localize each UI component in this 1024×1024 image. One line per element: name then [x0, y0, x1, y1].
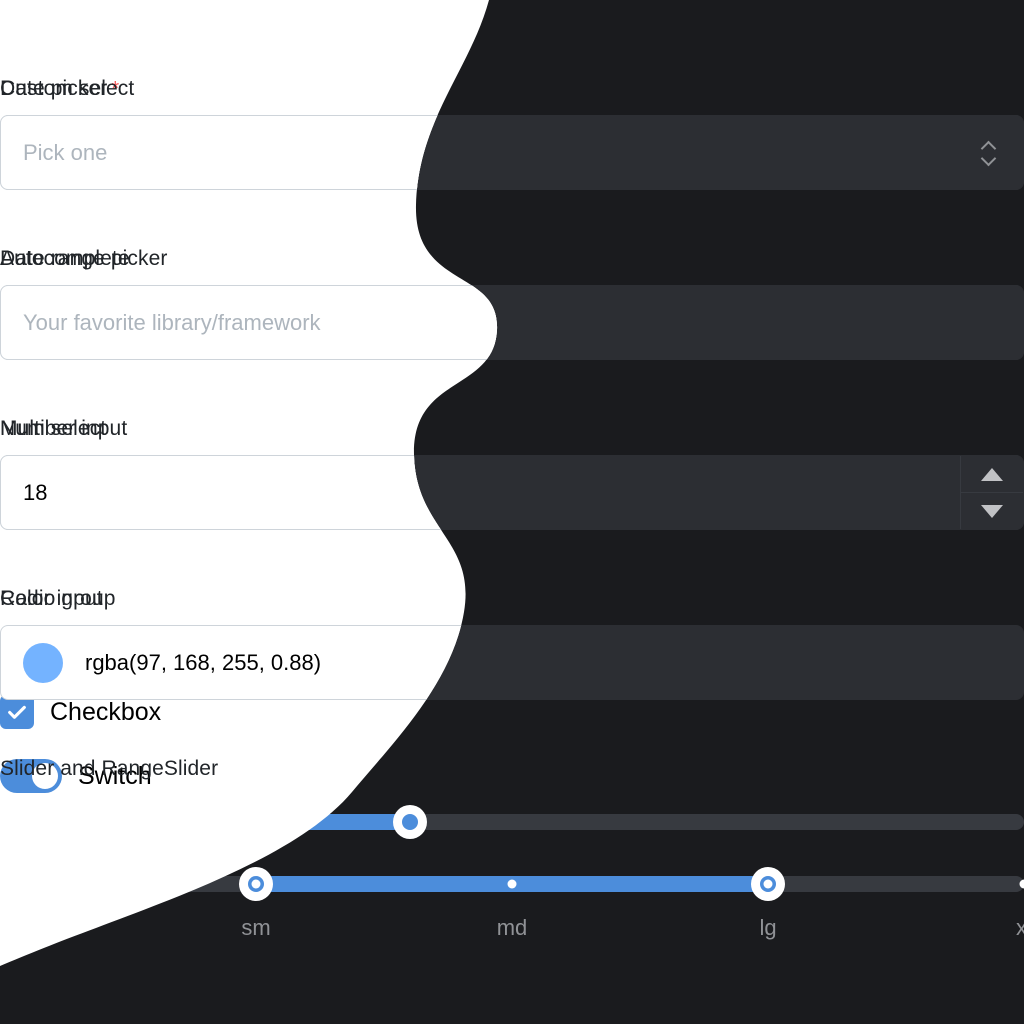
theme-split-showcase: Date picker* September 30, 2021 × Date r…: [0, 0, 1024, 1024]
range-slider-mark: [1019, 879, 1024, 889]
checkbox-label: Checkbox: [50, 697, 162, 726]
range-slider-mark-label: xl: [1016, 915, 1024, 940]
custom-select-placeholder: Pick one: [23, 139, 108, 165]
number-stepper: [960, 456, 1023, 529]
triangle-down-icon[interactable]: [961, 492, 1023, 529]
check-icon: [0, 695, 34, 729]
range-slider-mark: [507, 879, 517, 889]
range-slider-mark: [763, 879, 773, 889]
color-swatch[interactable]: [23, 643, 63, 683]
autocomplete-placeholder: Your favorite library/framework: [23, 309, 321, 335]
chevron-updown-icon[interactable]: [977, 138, 1001, 168]
range-slider-mark-label: lg: [759, 915, 777, 940]
color-input-value: rgba(97, 168, 255, 0.88): [85, 649, 322, 675]
slider-thumb[interactable]: [392, 805, 427, 839]
number-input-value: 18: [23, 479, 48, 505]
range-slider-mark-labels: xssmmdlgxl: [0, 915, 1024, 943]
range-slider-mark-label: sm: [241, 915, 271, 940]
right-column-dark: Custom select Pick one Autocomplete Your…: [0, 0, 1024, 1024]
range-slider-mark-label: md: [496, 915, 528, 940]
range-slider-mark: [251, 879, 261, 889]
triangle-up-icon[interactable]: [961, 456, 1023, 492]
